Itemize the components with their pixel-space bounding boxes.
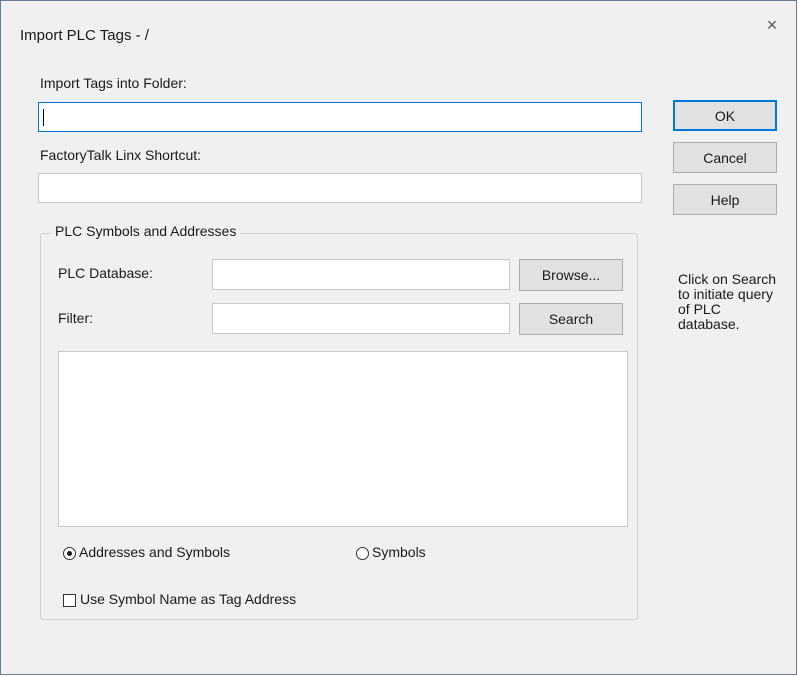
use-symbol-name-checkbox[interactable] bbox=[63, 594, 76, 607]
ok-button[interactable]: OK bbox=[673, 100, 777, 131]
filter-label: Filter: bbox=[58, 310, 93, 326]
filter-input[interactable] bbox=[212, 303, 510, 334]
shortcut-label: FactoryTalk Linx Shortcut: bbox=[40, 147, 202, 163]
title-bar: Import PLC Tags - / × bbox=[1, 1, 796, 59]
results-listbox[interactable] bbox=[58, 351, 628, 527]
browse-button[interactable]: Browse... bbox=[519, 259, 623, 291]
plc-database-label: PLC Database: bbox=[58, 265, 153, 281]
group-title: PLC Symbols and Addresses bbox=[51, 223, 241, 239]
search-button[interactable]: Search bbox=[519, 303, 623, 335]
radio-addresses-and-symbols-label[interactable]: Addresses and Symbols bbox=[79, 544, 230, 560]
shortcut-input[interactable] bbox=[38, 173, 642, 203]
plc-database-input[interactable] bbox=[212, 259, 510, 290]
radio-button-selected[interactable] bbox=[63, 547, 76, 560]
folder-label: Import Tags into Folder: bbox=[40, 75, 187, 91]
search-hint-text: Click on Search to initiate query of PLC… bbox=[678, 271, 777, 332]
close-icon[interactable]: × bbox=[762, 15, 782, 35]
radio-dot bbox=[67, 551, 72, 556]
folder-input[interactable] bbox=[38, 102, 642, 132]
radio-symbols-label[interactable]: Symbols bbox=[372, 544, 426, 560]
text-caret bbox=[43, 109, 44, 126]
import-plc-tags-dialog: Import PLC Tags - / × Import Tags into F… bbox=[0, 0, 797, 675]
radio-button[interactable] bbox=[356, 547, 369, 560]
use-symbol-name-label[interactable]: Use Symbol Name as Tag Address bbox=[80, 591, 296, 607]
dialog-title: Import PLC Tags - / bbox=[20, 27, 149, 44]
cancel-button[interactable]: Cancel bbox=[673, 142, 777, 173]
help-button[interactable]: Help bbox=[673, 184, 777, 215]
